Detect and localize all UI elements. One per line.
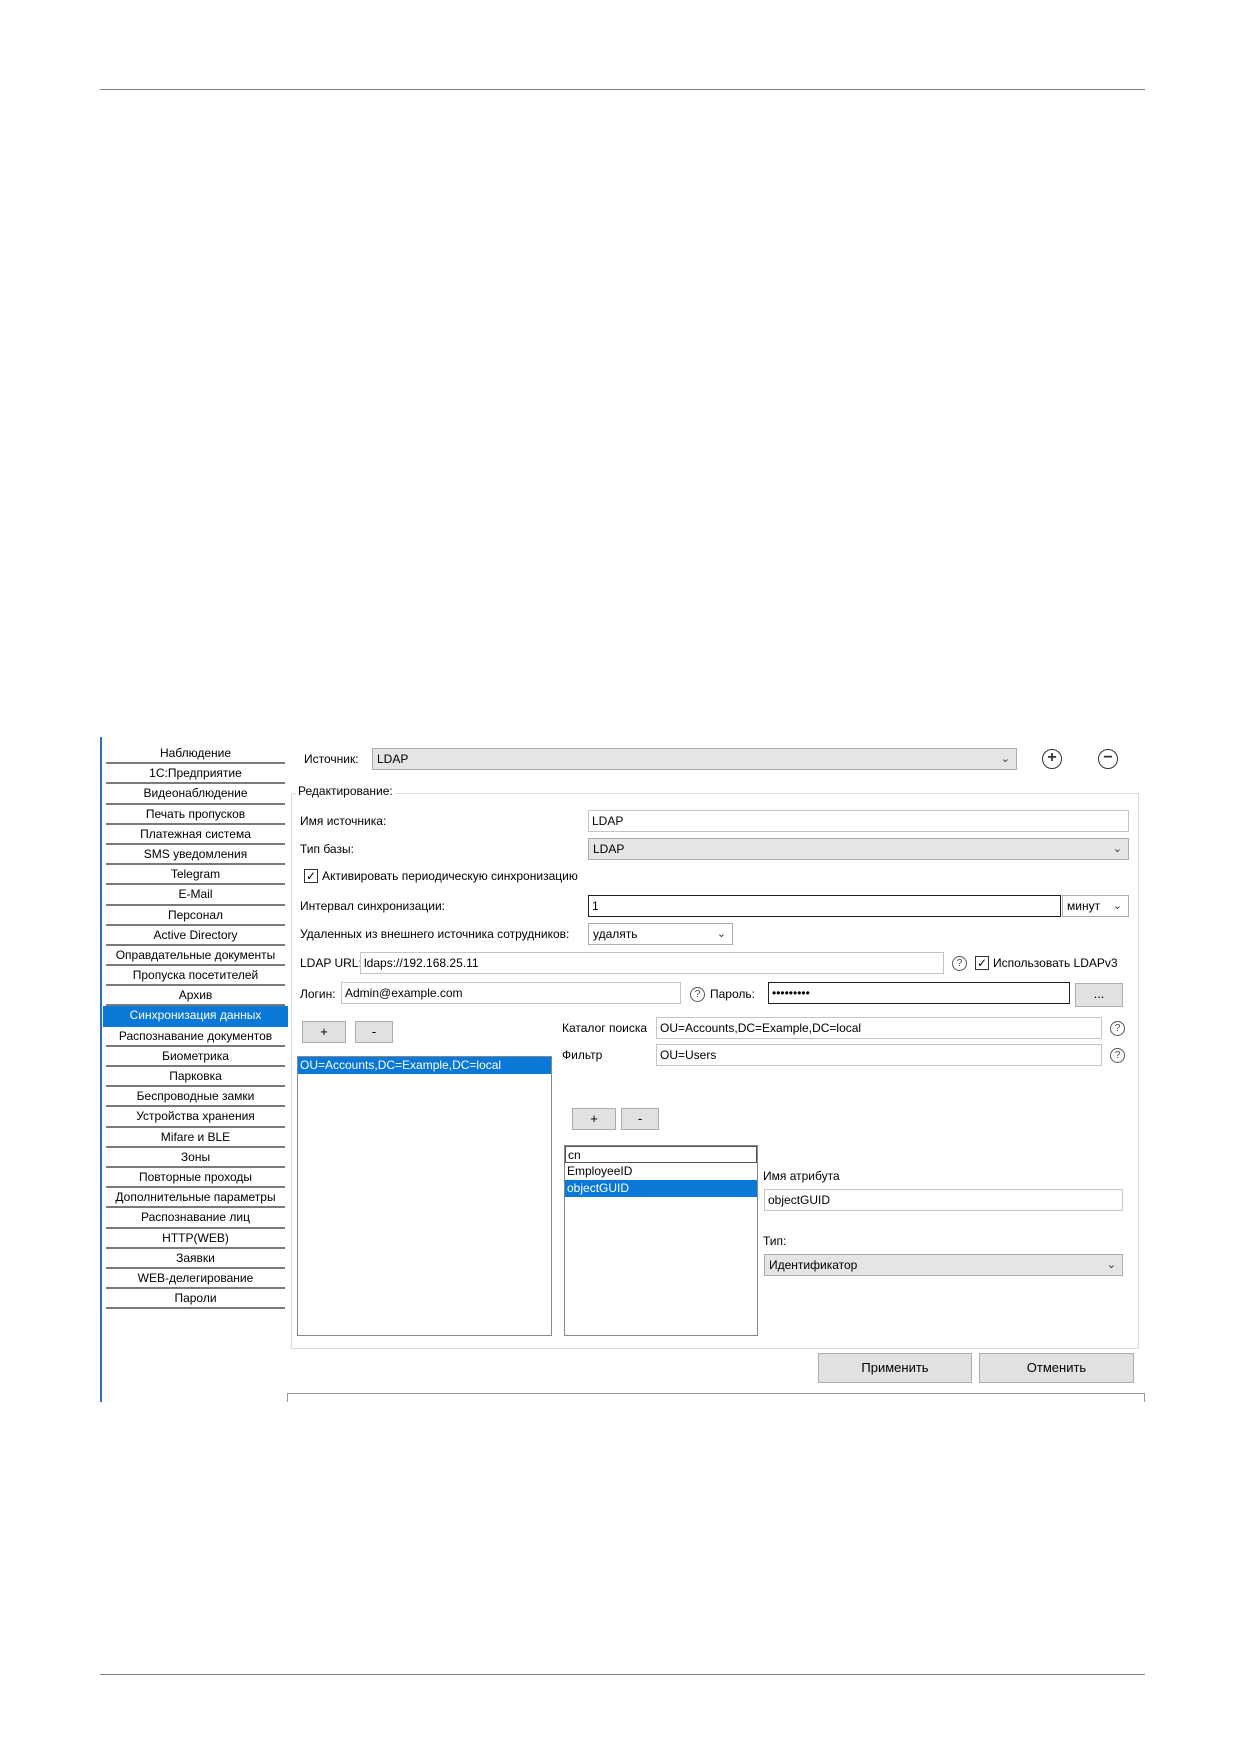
sidebar-item[interactable]: Telegram (106, 865, 285, 886)
remove-catalog-button[interactable]: - (355, 1021, 393, 1043)
ldap-url-input[interactable]: ldaps://192.168.25.11 (360, 952, 944, 974)
db-type-select[interactable]: LDAP ⌄ (588, 838, 1129, 860)
ldapv3-checkbox[interactable]: ✓ (975, 956, 989, 970)
cancel-button[interactable]: Отменить (979, 1353, 1134, 1383)
sidebar-item[interactable]: Повторные проходы (106, 1167, 285, 1189)
attribute-name-input[interactable]: objectGUID (764, 1189, 1123, 1211)
deleted-employees-label: Удаленных из внешнего источника сотрудни… (300, 927, 570, 941)
minus-icon: − (1103, 749, 1113, 766)
status-strip-top (287, 1393, 1145, 1394)
catalog-list[interactable]: OU=Accounts,DC=Example,DC=local (297, 1056, 552, 1336)
edit-group-legend: Редактирование: (296, 784, 395, 798)
page-top-rule (100, 89, 1145, 90)
attribute-list[interactable]: cn EmployeeID objectGUID (564, 1145, 758, 1336)
sidebar-item[interactable]: WEB-делегирование (106, 1268, 285, 1290)
sidebar-item[interactable]: Устройства хранения (106, 1107, 285, 1128)
sidebar-item[interactable]: Распознавание лиц (106, 1208, 285, 1229)
help-icon[interactable]: ? (952, 956, 967, 971)
chevron-down-icon: ⌄ (1106, 1259, 1116, 1271)
sidebar-item[interactable]: SMS уведомления (106, 844, 285, 866)
deleted-employees-select[interactable]: удалять ⌄ (588, 923, 733, 945)
interval-unit-select[interactable]: минут ⌄ (1062, 895, 1129, 917)
sidebar-item[interactable]: Печать пропусков (106, 804, 285, 825)
page-bottom-rule (100, 1674, 1145, 1675)
sidebar-item[interactable]: Пропуска посетителей (106, 966, 285, 987)
plus-icon: + (1047, 749, 1057, 766)
sidebar-item[interactable]: Персонал (106, 905, 285, 926)
sidebar-item[interactable]: Видеонаблюдение (106, 784, 285, 805)
chevron-down-icon: ⌄ (1000, 753, 1010, 765)
sidebar-item[interactable]: Зоны (106, 1147, 285, 1168)
sidebar-item[interactable]: Mifare и BLE (106, 1127, 285, 1148)
sidebar-item[interactable]: Наблюдение (106, 744, 285, 765)
help-icon[interactable]: ? (690, 987, 705, 1002)
ldapv3-label: Использовать LDAPv3 (993, 956, 1118, 970)
attribute-type-value: Идентификатор (769, 1258, 858, 1272)
sidebar-item[interactable]: Заявки (106, 1248, 285, 1269)
db-type-value: LDAP (593, 842, 625, 856)
periodic-sync-checkbox[interactable]: ✓ (304, 869, 318, 883)
sidebar-item[interactable]: Распознавание документов (106, 1026, 285, 1047)
attribute-name-label: Имя атрибута (763, 1169, 840, 1183)
ldap-url-label: LDAP URL: (300, 956, 362, 970)
source-name-input[interactable]: LDAP (588, 810, 1129, 832)
add-source-button[interactable]: + (1042, 749, 1062, 769)
interval-input[interactable]: 1 (588, 895, 1061, 917)
sidebar-item[interactable]: Архив (106, 986, 285, 1007)
login-input[interactable]: Admin@example.com (341, 982, 681, 1004)
source-select[interactable]: LDAP ⌄ (372, 748, 1017, 770)
add-catalog-button[interactable]: + (302, 1021, 346, 1043)
attribute-type-label: Тип: (763, 1234, 787, 1248)
password-label: Пароль: (710, 987, 755, 1001)
help-icon[interactable]: ? (1110, 1048, 1125, 1063)
settings-sidebar: Наблюдение 1С:Предприятие Видеонаблюдение П… (103, 744, 288, 1310)
search-catalog-label: Каталог поиска (562, 1021, 648, 1035)
chevron-down-icon: ⌄ (716, 928, 726, 940)
chevron-down-icon: ⌄ (1112, 843, 1122, 855)
search-catalog-input[interactable]: OU=Accounts,DC=Example,DC=local (656, 1017, 1102, 1039)
chevron-down-icon: ⌄ (1112, 900, 1122, 912)
sidebar-item[interactable]: 1С:Предприятие (106, 764, 285, 785)
sidebar-item[interactable]: HTTP(WEB) (106, 1228, 285, 1249)
deleted-employees-value: удалять (593, 927, 638, 941)
remove-attribute-button[interactable]: - (621, 1108, 659, 1130)
filter-label: Фильтр (562, 1048, 603, 1062)
attribute-type-select[interactable]: Идентификатор ⌄ (764, 1254, 1123, 1276)
sidebar-item[interactable]: Беспроводные замки (106, 1087, 285, 1108)
login-label: Логин: (300, 987, 336, 1001)
sidebar-item[interactable]: Оправдательные документы (106, 945, 285, 967)
filter-input[interactable]: OU=Users (656, 1044, 1102, 1066)
sidebar-item[interactable]: Active Directory (106, 925, 285, 946)
sidebar-item[interactable]: Платежная система (106, 824, 285, 845)
browse-button[interactable]: ... (1075, 983, 1123, 1007)
source-name-label: Имя источника: (300, 814, 387, 828)
password-input[interactable]: ••••••••• (768, 982, 1070, 1004)
periodic-sync-label: Активировать периодическую синхронизацию (322, 869, 578, 883)
source-label: Источник: (304, 752, 359, 766)
apply-button[interactable]: Применить (818, 1353, 972, 1383)
interval-label: Интервал синхронизации: (300, 899, 446, 913)
list-item[interactable]: cn (565, 1146, 757, 1163)
sync-settings-window: Наблюдение 1С:Предприятие Видеонаблюдение П… (100, 737, 1145, 1405)
list-item[interactable]: objectGUID (565, 1180, 757, 1197)
db-type-label: Тип базы: (300, 842, 354, 856)
sidebar-item[interactable]: E-Mail (106, 885, 285, 906)
status-strip-left (287, 1393, 288, 1402)
sidebar-item[interactable]: Биометрика (106, 1046, 285, 1067)
list-item[interactable]: OU=Accounts,DC=Example,DC=local (298, 1057, 551, 1074)
source-select-value: LDAP (377, 752, 409, 766)
add-attribute-button[interactable]: + (572, 1108, 616, 1130)
help-icon[interactable]: ? (1110, 1021, 1125, 1036)
status-strip-right (1144, 1393, 1145, 1402)
sidebar-item[interactable]: Пароли (106, 1289, 285, 1310)
sidebar-item[interactable]: Дополнительные параметры (106, 1188, 285, 1209)
sidebar-item[interactable]: Синхронизация данных (103, 1006, 288, 1027)
window-left-border (100, 737, 102, 1402)
list-item[interactable]: EmployeeID (565, 1163, 757, 1180)
remove-source-button[interactable]: − (1098, 749, 1118, 769)
interval-unit-value: минут (1067, 899, 1101, 913)
sidebar-item[interactable]: Парковка (106, 1067, 285, 1088)
